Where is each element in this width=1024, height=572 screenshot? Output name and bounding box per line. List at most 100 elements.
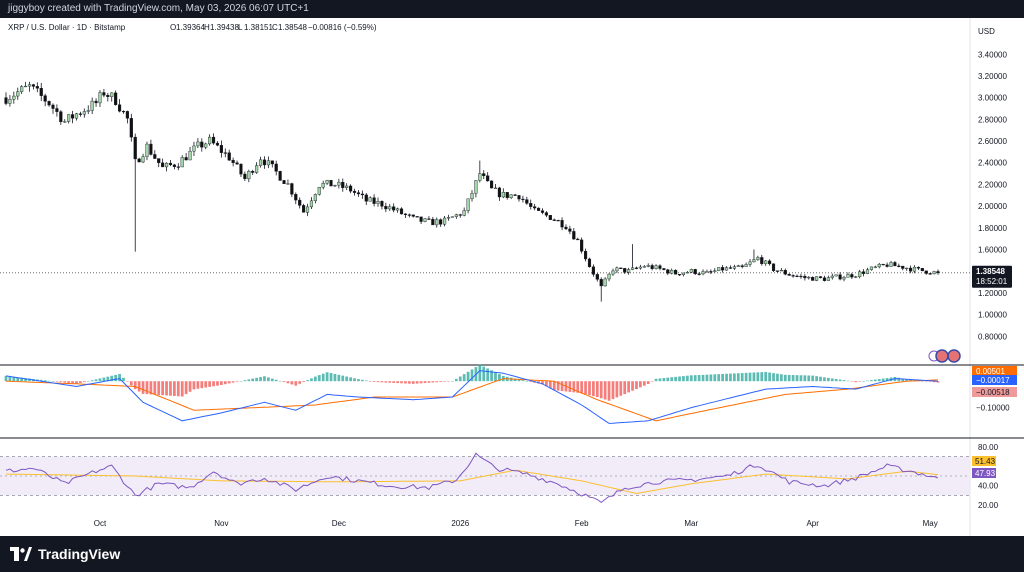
candle-body	[677, 274, 682, 276]
candle-body	[897, 265, 901, 267]
macd-histogram-bar	[251, 378, 255, 382]
candle-body	[454, 214, 458, 217]
macd-histogram-bar	[443, 381, 446, 382]
macd-histogram-bar	[603, 381, 607, 400]
tradingview-logo-icon	[10, 547, 32, 561]
macd-histogram-bar	[263, 376, 266, 382]
macd-histogram-bar	[173, 381, 176, 396]
candle-body	[591, 266, 595, 275]
candle-body	[560, 220, 564, 228]
event-flags[interactable]	[928, 349, 961, 363]
macd-histogram-bar	[102, 377, 106, 382]
macd-histogram-bar	[220, 381, 223, 385]
macd-histogram-bar	[768, 372, 771, 382]
candle-body	[431, 218, 435, 226]
candle-body	[607, 273, 611, 280]
candle-body	[388, 206, 392, 210]
macd-histogram-bar	[349, 377, 352, 382]
candle-body	[517, 195, 521, 200]
candle-body	[474, 180, 478, 194]
macd-histogram-bar	[259, 377, 262, 382]
rsi-badge-rsi: 47.93	[975, 469, 996, 478]
macd-histogram-bar	[153, 381, 157, 395]
candle-body	[184, 157, 188, 161]
candle-body	[39, 88, 43, 96]
candle-body	[392, 206, 396, 211]
candle-body	[313, 194, 317, 202]
candle-body	[689, 269, 693, 273]
macd-histogram-bar	[635, 381, 638, 390]
tradingview-logo[interactable]: TradingView	[10, 545, 120, 563]
candle-body	[125, 111, 129, 119]
macd-histogram-bar	[525, 381, 529, 382]
candle-body	[728, 267, 733, 269]
candle-body	[274, 163, 278, 172]
candle-body	[744, 264, 748, 267]
macd-histogram-bar	[411, 381, 415, 384]
candle-body	[858, 271, 862, 277]
candle-body	[443, 217, 447, 225]
candle-body	[168, 162, 173, 166]
macd-histogram-bar	[799, 375, 803, 382]
macd-histogram-bar	[744, 372, 748, 382]
candle-body	[736, 265, 740, 267]
candle-body	[172, 164, 176, 167]
macd-histogram-bar	[333, 373, 337, 382]
candle-body	[760, 257, 764, 264]
macd-histogram-bar	[595, 381, 599, 398]
candle-body	[82, 111, 86, 115]
chart-svg[interactable]: XRP / U.S. Dollar · 1D · Bitstamp O 1.39…	[0, 18, 1024, 536]
candle-body	[204, 143, 208, 148]
candle-body	[317, 187, 321, 195]
candle-body	[932, 271, 936, 275]
macd-histogram-bar	[850, 381, 854, 382]
candle-body	[450, 216, 454, 218]
macd-histogram-bar	[298, 381, 302, 384]
macd-histogram-bar	[337, 374, 341, 382]
macd-histogram-bar	[313, 376, 317, 382]
chart-area[interactable]: XRP / U.S. Dollar · 1D · Bitstamp O 1.39…	[0, 18, 1024, 536]
candle-body	[576, 238, 580, 241]
price-tick-label: 1.80000	[978, 224, 1007, 233]
macd-histogram-bar	[380, 381, 384, 383]
macd-histogram-bar	[721, 373, 724, 382]
us-flag-icon[interactable]	[947, 349, 961, 363]
candle-body	[255, 165, 259, 173]
candle-body	[71, 114, 75, 119]
candle-body	[873, 266, 877, 268]
macd-histogram-bar	[192, 381, 196, 390]
macd-histogram-bar	[854, 381, 858, 383]
candle-body	[768, 260, 772, 265]
macd-histogram-bar	[145, 381, 149, 395]
macd-tick-label: −0.10000	[976, 404, 1010, 413]
candle-body	[63, 121, 67, 123]
candle-body	[470, 193, 474, 200]
macd-histogram-bar	[439, 381, 443, 382]
macd-histogram-bar	[611, 381, 615, 400]
us-flag-icon[interactable]	[935, 349, 949, 363]
candle-body	[380, 201, 384, 207]
candle-body	[78, 113, 82, 115]
candle-body	[20, 86, 24, 92]
candle-body	[611, 270, 615, 275]
macd-histogram-bar	[176, 381, 180, 397]
candle-body	[830, 275, 834, 278]
candle-body	[247, 171, 251, 180]
macd-histogram-bar	[779, 374, 783, 382]
candle-body	[16, 91, 20, 97]
candle-body	[352, 190, 357, 193]
candle-body	[662, 268, 666, 270]
candle-body	[141, 156, 145, 163]
candle-body	[642, 266, 646, 268]
candle-body	[865, 269, 870, 274]
candle-body	[670, 270, 674, 274]
macd-histogram-bar	[713, 374, 717, 382]
price-tick-label: 0.80000	[978, 332, 1007, 341]
time-axis-label: May	[923, 519, 938, 528]
macd-histogram-bar	[482, 366, 486, 382]
ohlc-l-label: L	[238, 23, 243, 32]
macd-histogram-bar	[67, 381, 71, 383]
macd-histogram-bar	[462, 374, 466, 382]
candle-body	[59, 111, 63, 122]
macd-histogram-bar	[216, 381, 219, 386]
